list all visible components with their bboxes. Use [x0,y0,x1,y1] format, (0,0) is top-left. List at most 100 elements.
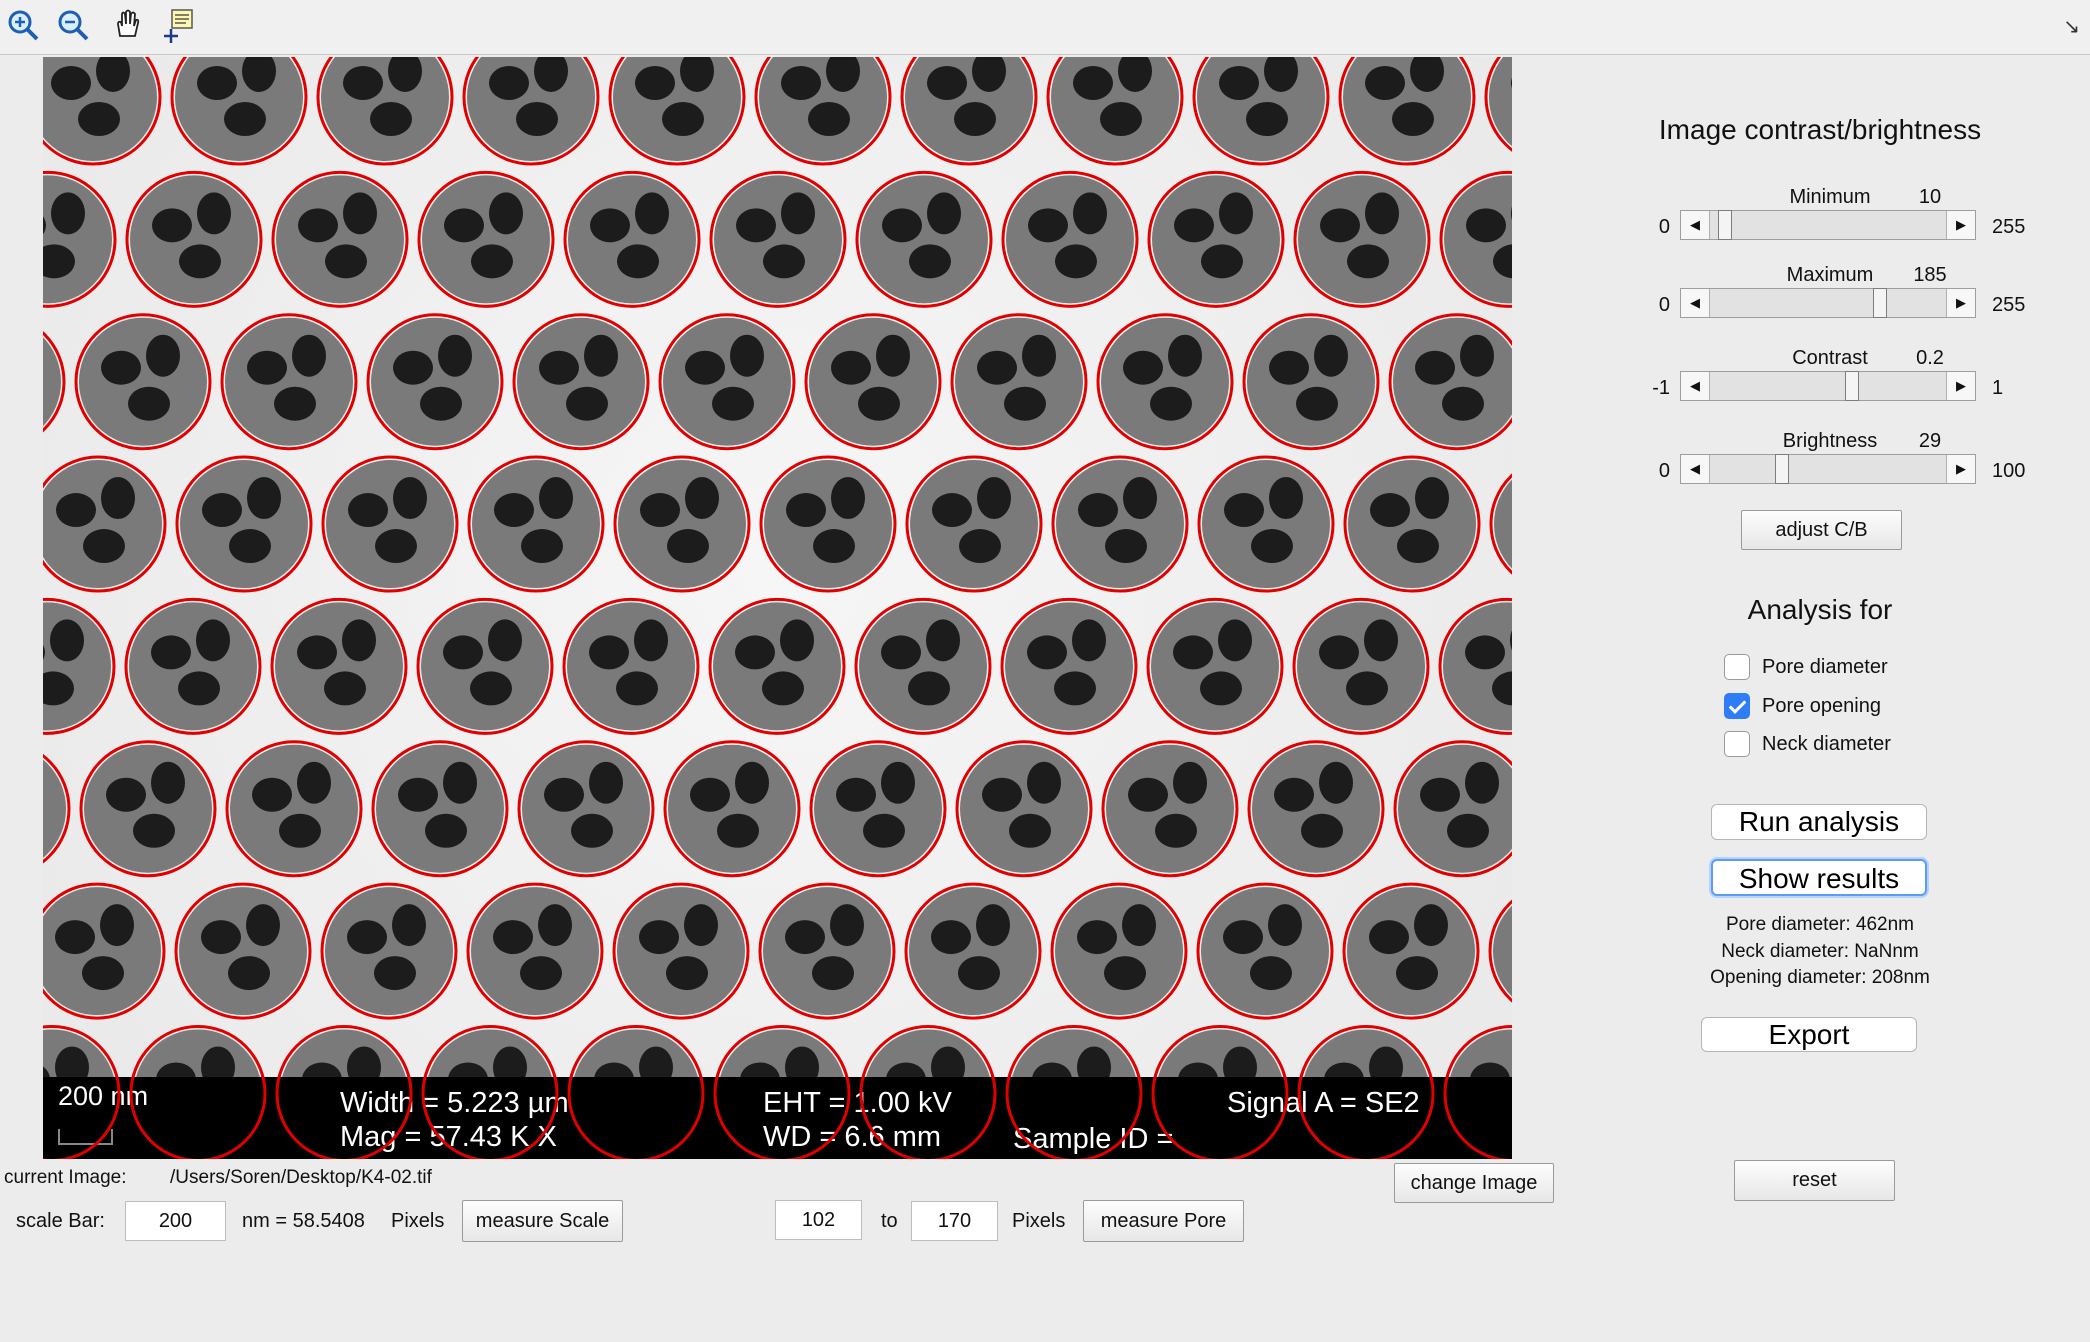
detected-pore-circle [1196,882,1334,1020]
pore-diameter-result: Pore diameter: 462nm [1726,914,1914,935]
contrast-brightness-title: Image contrast/brightness [1658,114,1982,145]
detected-pore-circle [421,1024,559,1159]
slider-max: 255 [1992,294,2026,316]
slider-track[interactable]: ◀ ▶ [1680,371,1976,401]
measure-scale-button[interactable]: measure Scale [462,1200,623,1242]
slider-max: 255 [1992,216,2026,238]
detected-pore-circle [125,170,263,308]
dock-arrow-icon[interactable]: ↘ [2063,14,2080,39]
detected-pore-circle [859,1024,997,1159]
detected-pore-circle [1297,1024,1435,1159]
detected-pore-circle [1489,473,1512,575]
pore-max-input[interactable] [911,1201,998,1241]
slider-track[interactable]: ◀ ▶ [1680,454,1976,484]
detected-pore-circles [43,57,1512,1159]
detected-pore-circle [759,455,897,593]
slider-thumb[interactable] [1774,454,1789,484]
checkbox[interactable] [1724,654,1750,680]
detected-pore-circle [43,753,71,864]
detected-pore-circle [466,882,604,1020]
detected-pore-circle [854,597,992,735]
reset-button[interactable]: reset [1734,1160,1895,1201]
detected-pore-circle [316,57,454,166]
sem-image-axes[interactable]: 200 nm Width = 5.223 µm Mag = 57.43 K X … [43,57,1512,1159]
detected-pore-circle [220,313,358,451]
detected-pore-circle [43,170,117,308]
detected-pore-circle [1443,1024,1512,1159]
slider-thumb[interactable] [1718,210,1733,240]
slider-right-arrow-icon[interactable]: ▶ [1946,455,1975,483]
slider-left-arrow-icon[interactable]: ◀ [1681,289,1710,317]
slider-left-arrow-icon[interactable]: ◀ [1681,455,1710,483]
detected-pore-circle [567,1024,705,1159]
detected-pore-circle [124,597,262,735]
detected-pore-circle [1388,313,1512,451]
slider-right-arrow-icon[interactable]: ▶ [1946,289,1975,317]
neck-diameter-result: Neck diameter: NaNnm [1721,941,1919,962]
detected-pore-circle [1338,57,1476,166]
slider-right-arrow-icon[interactable]: ▶ [1946,372,1975,400]
detected-pore-circle [562,597,700,735]
detected-pore-circle [371,740,509,878]
slider-thumb[interactable] [1872,288,1887,318]
checkbox[interactable] [1724,693,1750,719]
detected-pore-circle [170,57,308,166]
checkbox[interactable] [1724,731,1750,757]
detected-pore-circle [1050,882,1188,1020]
scale-bar-input[interactable] [125,1201,226,1241]
detected-pore-circle [1197,455,1335,593]
detected-pore-circle [462,57,600,166]
detected-pore-circle [43,330,66,433]
detected-pore-circle [1342,882,1480,1020]
pixels-label: Pixels [391,1210,445,1232]
data-cursor-icon[interactable] [160,6,200,46]
detected-pore-circle [175,455,313,593]
detected-pore-circle [1293,170,1431,308]
slider-left-arrow-icon[interactable]: ◀ [1681,211,1710,239]
measure-pore-button[interactable]: measure Pore [1083,1200,1244,1242]
export-button[interactable]: Export [1701,1017,1917,1052]
slider-thumb[interactable] [1844,371,1859,401]
opening-diameter-result: Opening diameter: 208nm [1710,967,1930,988]
detected-pore-circle [663,740,801,878]
detected-pore-circle [43,597,116,735]
figure-toolbar: ↘ [0,0,2090,55]
slider-value: 29 [1918,430,1942,452]
detected-pore-circle [320,882,458,1020]
detected-pore-circle [517,740,655,878]
detected-pore-circle [1046,57,1184,166]
pore-min-input[interactable] [775,1200,862,1240]
current-image-path: /Users/Soren/Desktop/K4-02.tif [170,1167,432,1188]
detected-pore-circle [613,455,751,593]
detected-pore-circle [1096,313,1234,451]
detected-pore-circle [1343,455,1481,593]
detected-pore-circle [225,740,363,878]
detected-pore-circle [1247,740,1385,878]
zoom-out-icon[interactable] [54,6,94,46]
detected-pore-circle [658,313,796,451]
slider-track[interactable]: ◀ ▶ [1680,288,1976,318]
detected-pore-circle [713,1024,851,1159]
detected-pore-circle [1151,1024,1289,1159]
zoom-in-icon[interactable] [4,6,44,46]
slider-track[interactable]: ◀ ▶ [1680,210,1976,240]
detected-pore-circle [804,313,942,451]
detected-pore-circle [1439,170,1512,308]
pan-hand-icon[interactable] [108,6,148,46]
change-image-button[interactable]: change Image [1394,1163,1554,1203]
current-image-label: current Image: [4,1167,127,1188]
detected-pore-circle [809,740,947,878]
detected-pore-circle [366,313,504,451]
slider-left-arrow-icon[interactable]: ◀ [1681,372,1710,400]
checkbox-label: Pore diameter [1762,656,1888,678]
adjust-cb-button[interactable]: adjust C/B [1741,510,1902,550]
detected-pore-circle [900,57,1038,166]
pixels-label: Pixels [1012,1210,1066,1232]
run-analysis-button[interactable]: Run analysis [1711,804,1927,840]
slider-min: 0 [1658,460,1670,482]
detected-pore-circle [855,170,993,308]
show-results-button[interactable]: Show results [1711,859,1927,896]
slider-right-arrow-icon[interactable]: ▶ [1946,211,1975,239]
detected-pore-circle [758,882,896,1020]
analysis-title: Analysis for [1747,594,1893,625]
